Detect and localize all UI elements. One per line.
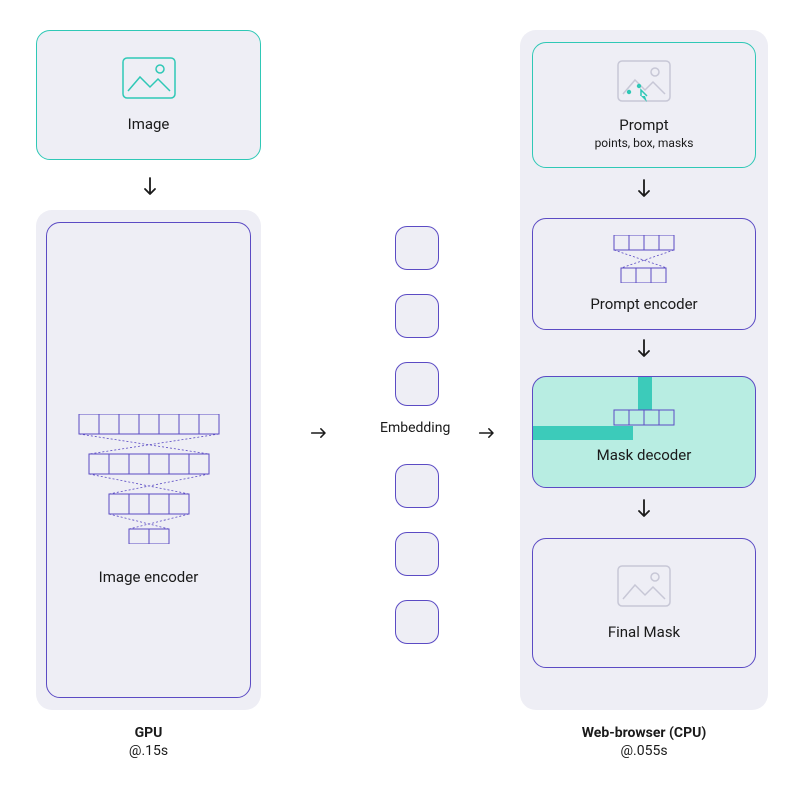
arrow-down-icon	[140, 178, 160, 198]
prompt-encoder-icon	[599, 235, 689, 287]
mask-decoder-label: Mask decoder	[597, 446, 692, 464]
image-icon	[122, 57, 176, 103]
arrow-down-icon	[634, 340, 654, 360]
embedding-token	[395, 226, 439, 270]
embedding-label: Embedding	[380, 420, 450, 436]
embedding-token	[395, 464, 439, 508]
embedding-token	[395, 600, 439, 644]
image-encoder-box: Image encoder	[46, 222, 251, 698]
prompt-encoder-label: Prompt encoder	[590, 295, 697, 313]
prompt-box-sub: points, box, masks	[595, 136, 694, 150]
arrow-down-icon	[634, 500, 654, 520]
encoder-pyramid-icon	[74, 414, 224, 548]
mask-image-icon	[617, 565, 671, 611]
image-encoder-label: Image encoder	[99, 568, 199, 586]
cpu-caption-title: Web-browser (CPU)	[520, 724, 768, 742]
arrow-down-icon	[634, 180, 654, 200]
final-mask-box: Final Mask	[532, 538, 756, 668]
prompt-encoder-box: Prompt encoder	[532, 218, 756, 330]
cpu-caption: Web-browser (CPU) @.055s	[520, 724, 768, 760]
embedding-stack	[395, 226, 439, 668]
cpu-caption-time: @.055s	[520, 742, 768, 760]
embedding-token	[395, 532, 439, 576]
gpu-caption: GPU @.15s	[36, 724, 261, 760]
embedding-token	[395, 362, 439, 406]
image-box: Image	[36, 30, 261, 160]
embedding-token	[395, 294, 439, 338]
gpu-caption-time: @.15s	[36, 742, 261, 760]
final-mask-label: Final Mask	[608, 623, 680, 641]
prompt-box-label: Prompt	[619, 116, 668, 134]
arrow-right-icon	[310, 423, 330, 443]
image-box-label: Image	[128, 115, 170, 133]
prompt-box: Prompt points, box, masks	[532, 42, 756, 168]
gpu-caption-title: GPU	[36, 724, 261, 742]
mask-decoder-box: Mask decoder	[532, 376, 756, 488]
arrow-right-icon	[478, 423, 498, 443]
mask-decoder-icon	[606, 400, 682, 440]
prompt-icon	[617, 60, 671, 110]
